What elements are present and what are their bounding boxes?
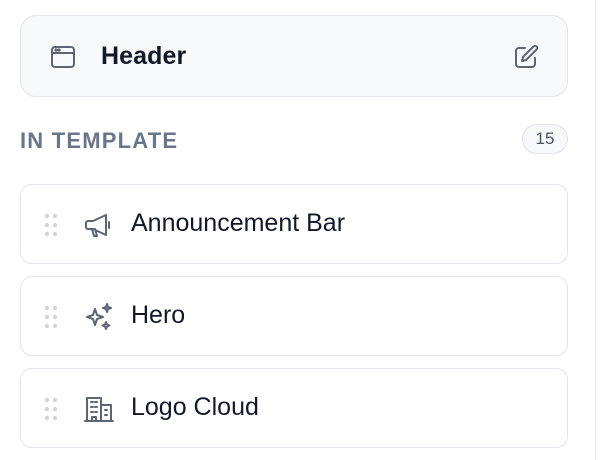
list-item-label: Logo Cloud xyxy=(131,393,259,421)
in-template-section-header: IN TEMPLATE 15 xyxy=(20,122,568,162)
sparkles-icon xyxy=(86,303,112,330)
section-count-badge: 15 xyxy=(522,124,568,154)
browser-window-icon xyxy=(51,46,75,68)
header-section-title: Header xyxy=(101,42,187,70)
list-item-logo-cloud[interactable]: Logo Cloud xyxy=(20,368,568,448)
list-item-hero[interactable]: Hero xyxy=(20,276,568,356)
building-office-icon xyxy=(84,397,114,422)
header-section-card[interactable]: Header xyxy=(20,15,568,97)
drag-handle-icon[interactable] xyxy=(43,303,59,331)
drag-handle-icon[interactable] xyxy=(43,395,59,423)
panel-divider xyxy=(595,0,596,460)
drag-handle-icon[interactable] xyxy=(43,211,59,239)
list-item-label: Announcement Bar xyxy=(131,209,346,237)
sections-panel: Header IN TEMPLATE 15 Announcement Bar H… xyxy=(0,0,600,460)
section-label: IN TEMPLATE xyxy=(20,128,179,153)
list-item-announcement-bar[interactable]: Announcement Bar xyxy=(20,184,568,264)
megaphone-icon xyxy=(85,214,110,237)
list-item-label: Hero xyxy=(131,301,186,329)
pencil-square-icon[interactable] xyxy=(511,42,541,72)
